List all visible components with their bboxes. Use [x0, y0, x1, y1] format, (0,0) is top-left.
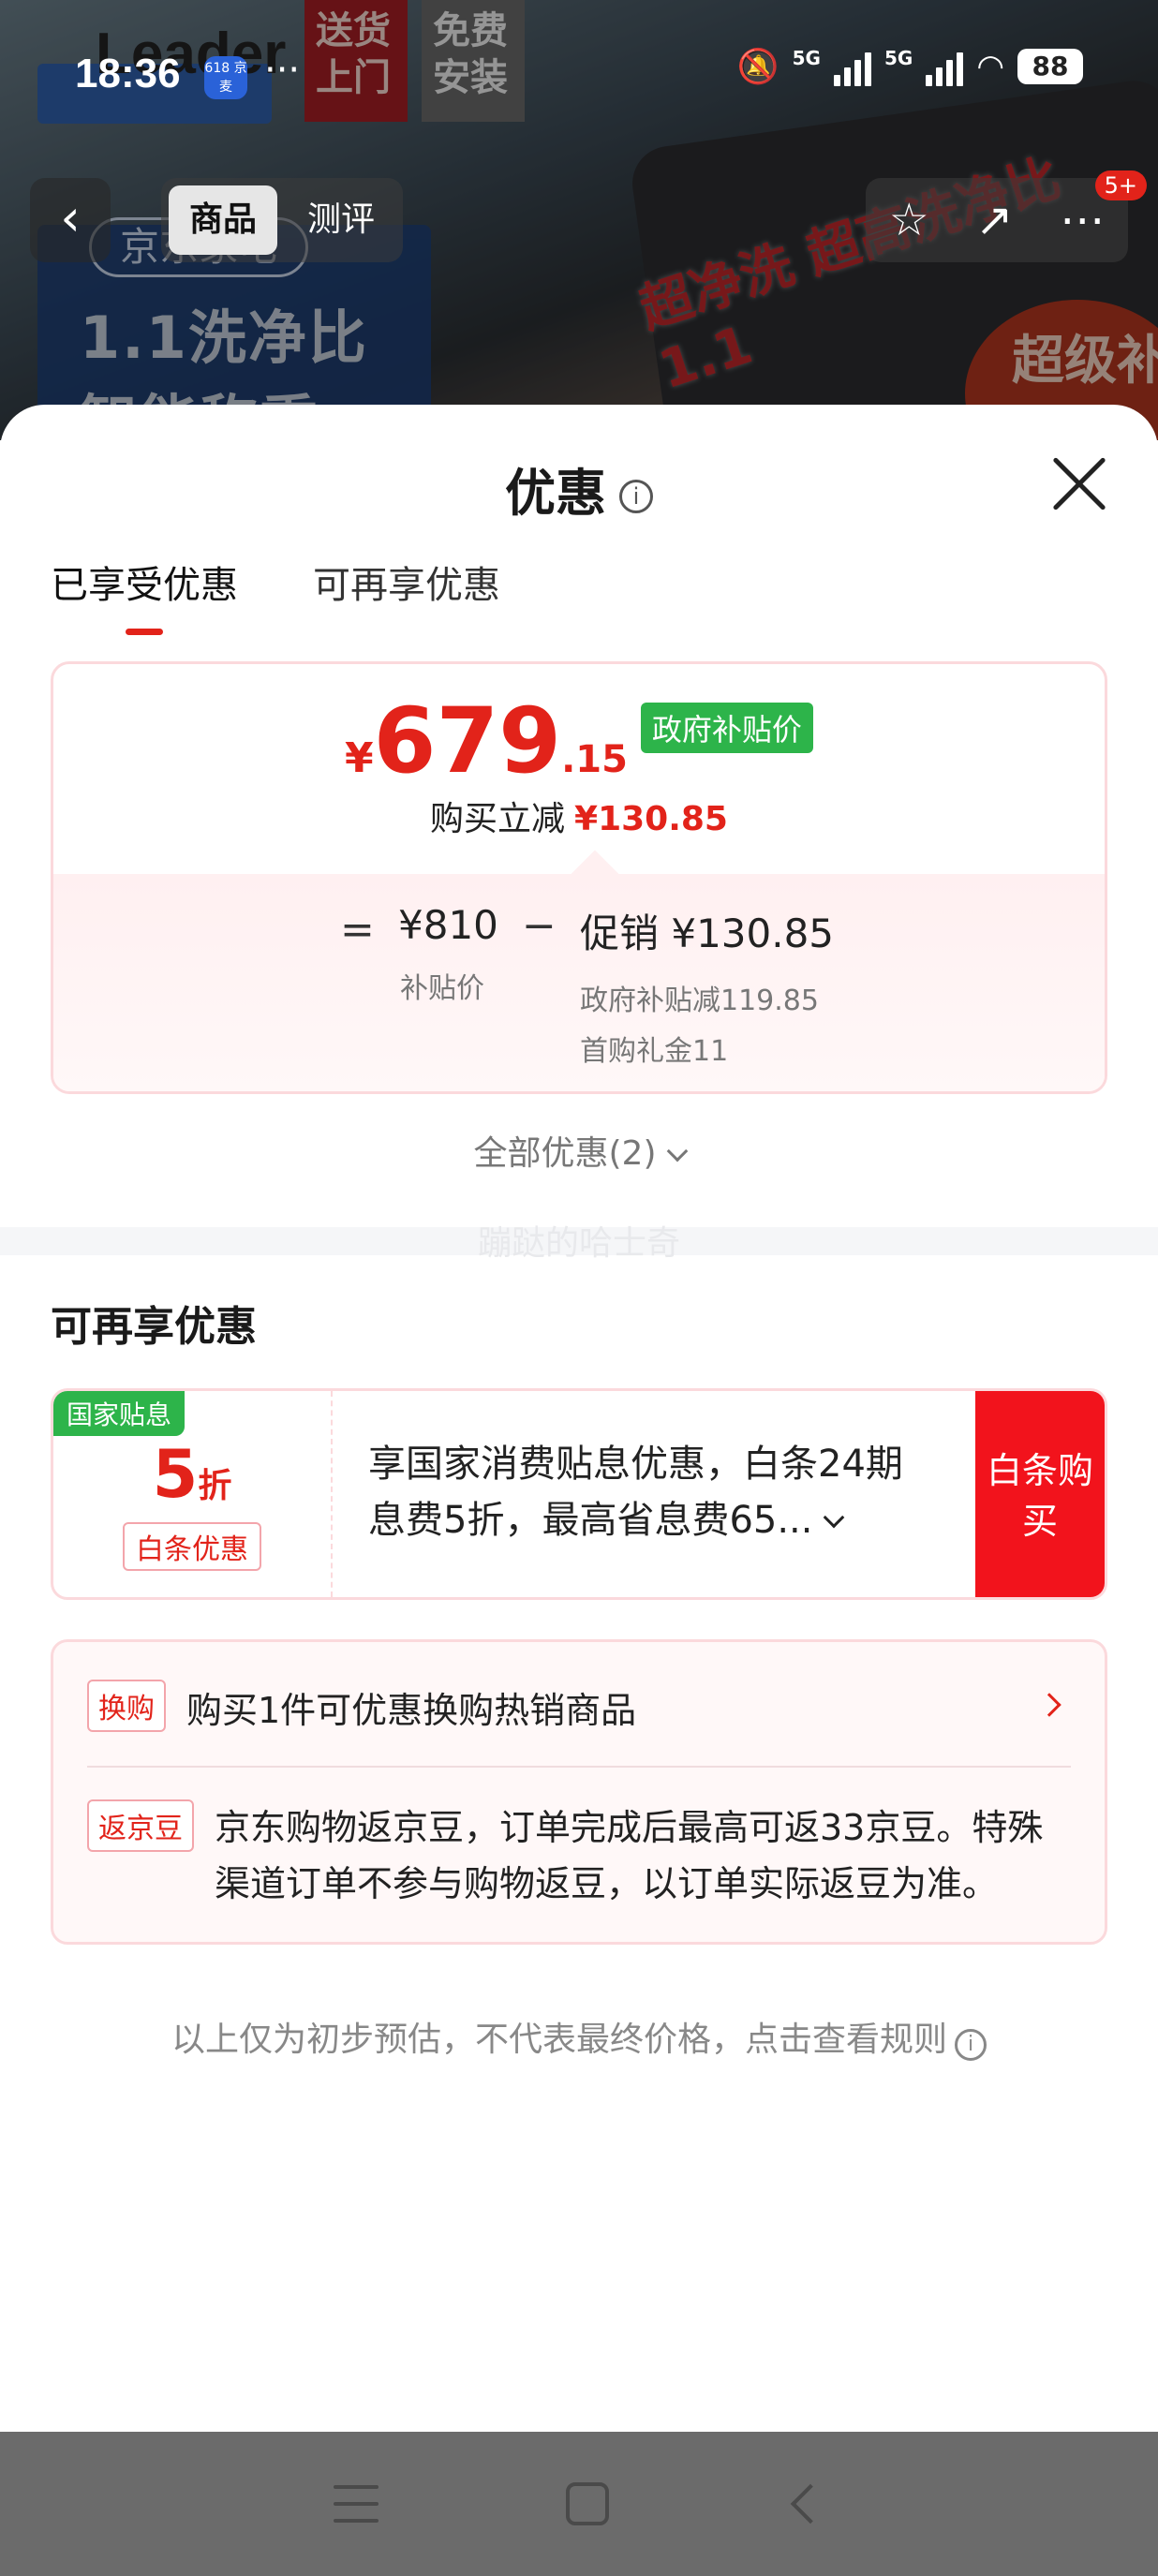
info-icon: i	[955, 2029, 987, 2061]
promo-col: 促销 ¥130.85 政府补贴减119.85 首购礼金11	[580, 902, 834, 1077]
rate-unit: 折	[198, 1467, 232, 1505]
price-integer: 679	[373, 688, 562, 793]
back-button[interactable]: ‹	[30, 178, 111, 262]
network-label-2: 5G	[883, 47, 913, 69]
app-badge-icon: 618 京麦	[204, 56, 247, 99]
back-icon[interactable]	[790, 2483, 831, 2524]
chevron-right-icon	[1037, 1693, 1062, 1717]
discount-sheet: 优惠 i 已享受优惠 可再享优惠 ¥ 679 .15 政府补贴价 购买立减 ¥130…	[0, 405, 1158, 2428]
subsidy-price-value: ¥810	[398, 902, 498, 948]
watermark: 蹦跶的哈士奇	[477, 1224, 680, 1263]
more-discounts-title: 可再享优惠	[51, 1303, 257, 1351]
equals-sign: =	[340, 906, 375, 954]
status-time: 18:36	[75, 51, 181, 96]
jd-bean-tag: 返京豆	[87, 1799, 194, 1852]
chevron-down-icon	[666, 1140, 688, 1162]
close-icon[interactable]	[1051, 455, 1107, 511]
share-icon[interactable]: ↗	[975, 194, 1013, 246]
signal-icon	[833, 47, 871, 86]
menu-icon[interactable]	[334, 2485, 379, 2523]
promo-items: 政府补贴减119.85 首购礼金11	[580, 976, 834, 1077]
message-badge: 5+	[1094, 170, 1147, 200]
disclaimer-text: 以上仅为初步预估，不代表最终价格，点击查看规则	[171, 2021, 947, 2059]
rate-number: 5	[152, 1436, 199, 1513]
national-subsidy-tag: 国家贴息	[53, 1391, 186, 1436]
instant-discount-value: ¥130.85	[574, 800, 728, 838]
star-icon[interactable]: ☆	[889, 194, 929, 246]
interest-subsidy-card: 5折 白条优惠 国家贴息 享国家消费贴息优惠，白条24期息费5折，最高省息费65…	[51, 1388, 1107, 1600]
network-label-1: 5G	[792, 47, 821, 69]
promo-item: 首购礼金11	[580, 1035, 729, 1068]
status-icons: 🔕 5G 5G ◠ 88	[737, 47, 1083, 86]
signal-icon	[926, 47, 964, 86]
extra-benefits-card: 换购 购买1件可优惠换购热销商品 返京豆 京东购物返京豆，订单完成后最高可返33…	[51, 1639, 1107, 1945]
tab-product[interactable]: 商品	[169, 185, 278, 255]
product-actions: ☆ ↗ ⋯ 5+	[866, 170, 1147, 262]
subsidy-price-label: 补贴价	[400, 972, 484, 1005]
subsidy-description[interactable]: 享国家消费贴息优惠，白条24期息费5折，最高省息费65...	[368, 1436, 940, 1548]
price-decimal: .15	[561, 738, 628, 781]
sheet-title-row: 优惠 i	[0, 452, 1158, 526]
home-icon[interactable]	[566, 2482, 609, 2525]
gov-subsidy-badge: 政府补贴价	[640, 703, 813, 753]
info-icon[interactable]: i	[619, 480, 653, 514]
product-nav: ‹ 商品 测评 ☆ ↗ ⋯ 5+	[30, 170, 1147, 262]
product-page-background: 超净洗 超高洗净比 1.1 1.1洗净比 智能称重 京东家电 Leader 送货…	[0, 0, 1158, 440]
minus-sign: −	[522, 902, 557, 950]
discount-tabs: 已享受优惠 可再享优惠	[51, 555, 500, 635]
wifi-icon: ◠	[976, 48, 1004, 85]
price-formula: = ¥810 补贴价 − 促销 ¥130.85 政府补贴减119.85 首购礼金…	[53, 874, 1105, 1091]
price-breakdown-card: ¥ 679 .15 政府补贴价 购买立减 ¥130.85 = ¥810 补贴价 −…	[51, 661, 1107, 1094]
status-bar: 18:36 618 京麦 ··· 🔕 5G 5G ◠ 88	[0, 37, 1158, 112]
subsidy-description-text: 享国家消费贴息优惠，白条24期息费5折，最高省息费65...	[368, 1443, 903, 1542]
sheet-title: 优惠	[505, 464, 606, 523]
interest-rate: 5折	[53, 1436, 331, 1513]
all-discounts-toggle[interactable]: 全部优惠(2)	[0, 1126, 1158, 1175]
battery-icon: 88	[1017, 49, 1083, 84]
subsidy-price-col: ¥810 补贴价	[398, 902, 498, 1006]
chevron-down-icon	[823, 1506, 844, 1529]
exchange-row[interactable]: 换购 购买1件可优惠换购热销商品	[87, 1680, 1071, 1736]
tab-more-available[interactable]: 可再享优惠	[313, 555, 500, 609]
card-divider	[87, 1766, 1071, 1768]
product-tabs: 商品 测评	[161, 178, 404, 262]
baitiao-buy-button[interactable]: 白条购买	[975, 1391, 1105, 1597]
currency-symbol: ¥	[345, 734, 374, 782]
mute-icon: 🔕	[736, 48, 779, 86]
exchange-tag: 换购	[87, 1680, 166, 1732]
final-price-section: ¥ 679 .15 政府补贴价 购买立减 ¥130.85	[53, 664, 1105, 870]
promo-value: 促销 ¥130.85	[580, 910, 835, 956]
baitiao-tag: 白条优惠	[123, 1522, 261, 1571]
instant-discount: 购买立减 ¥130.85	[53, 792, 1105, 840]
all-discounts-label: 全部优惠(2)	[473, 1134, 657, 1173]
instant-discount-label: 购买立减	[430, 800, 566, 838]
final-price: ¥ 679 .15 政府补贴价	[53, 696, 1105, 786]
price-disclaimer[interactable]: 以上仅为初步预估，不代表最终价格，点击查看规则 i	[0, 2012, 1158, 2061]
more-icon[interactable]: ⋯	[1060, 194, 1105, 246]
promo-item: 政府补贴减119.85	[580, 985, 819, 1017]
jd-bean-row: 返京豆 京东购物返京豆，订单完成后最高可返33京豆。特殊渠道订单不参与购物返豆，…	[87, 1799, 1071, 1904]
tab-enjoyed[interactable]: 已享受优惠	[51, 555, 238, 635]
jd-bean-text: 京东购物返京豆，订单完成后最高可返33京豆。特殊渠道订单不参与购物返豆，以订单实…	[215, 1807, 1044, 1904]
system-nav-bar	[0, 2432, 1158, 2576]
status-more-icon: ···	[264, 49, 301, 92]
exchange-text: 购买1件可优惠换购热销商品	[186, 1690, 637, 1731]
tab-review[interactable]: 测评	[287, 185, 395, 255]
